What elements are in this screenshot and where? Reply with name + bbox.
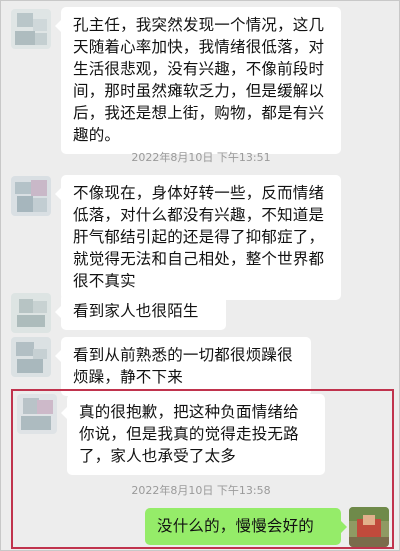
contact-avatar[interactable] (11, 337, 51, 377)
timestamp: 2022年8月10日 下午13:51 (131, 151, 271, 164)
contact-avatar[interactable] (11, 176, 51, 216)
user-avatar[interactable] (349, 507, 389, 547)
message-bubble[interactable]: 看到家人也很陌生 (55, 293, 226, 330)
message-bubble[interactable]: 孔主任，我突然发现一个情况，这几天随着心率加快，我情绪很低落，对生活很悲观，没有… (55, 7, 341, 154)
contact-avatar[interactable] (11, 293, 51, 333)
timestamp: 2022年8月10日 下午13:58 (131, 484, 271, 497)
message-bubble[interactable]: 不像现在，身体好转一些，反而情绪低落，对什么都没有兴趣，不知道是肝气郁结引起的还… (55, 175, 341, 300)
message-bubble[interactable]: 真的很抱歉，把这种负面情绪给你说，但是我真的觉得走投无路了，家人也承受了太多 (61, 394, 325, 475)
message-bubble-sent[interactable]: 没什么的，慢慢会好的 (145, 508, 347, 545)
message-bubble[interactable]: 看到从前熟悉的一切都很烦躁很烦躁，静不下来 (55, 337, 311, 396)
chat-window: 孔主任，我突然发现一个情况，这几天随着心率加快，我情绪很低落，对生活很悲观，没有… (0, 0, 400, 551)
contact-avatar[interactable] (11, 9, 51, 49)
contact-avatar[interactable] (17, 394, 57, 434)
